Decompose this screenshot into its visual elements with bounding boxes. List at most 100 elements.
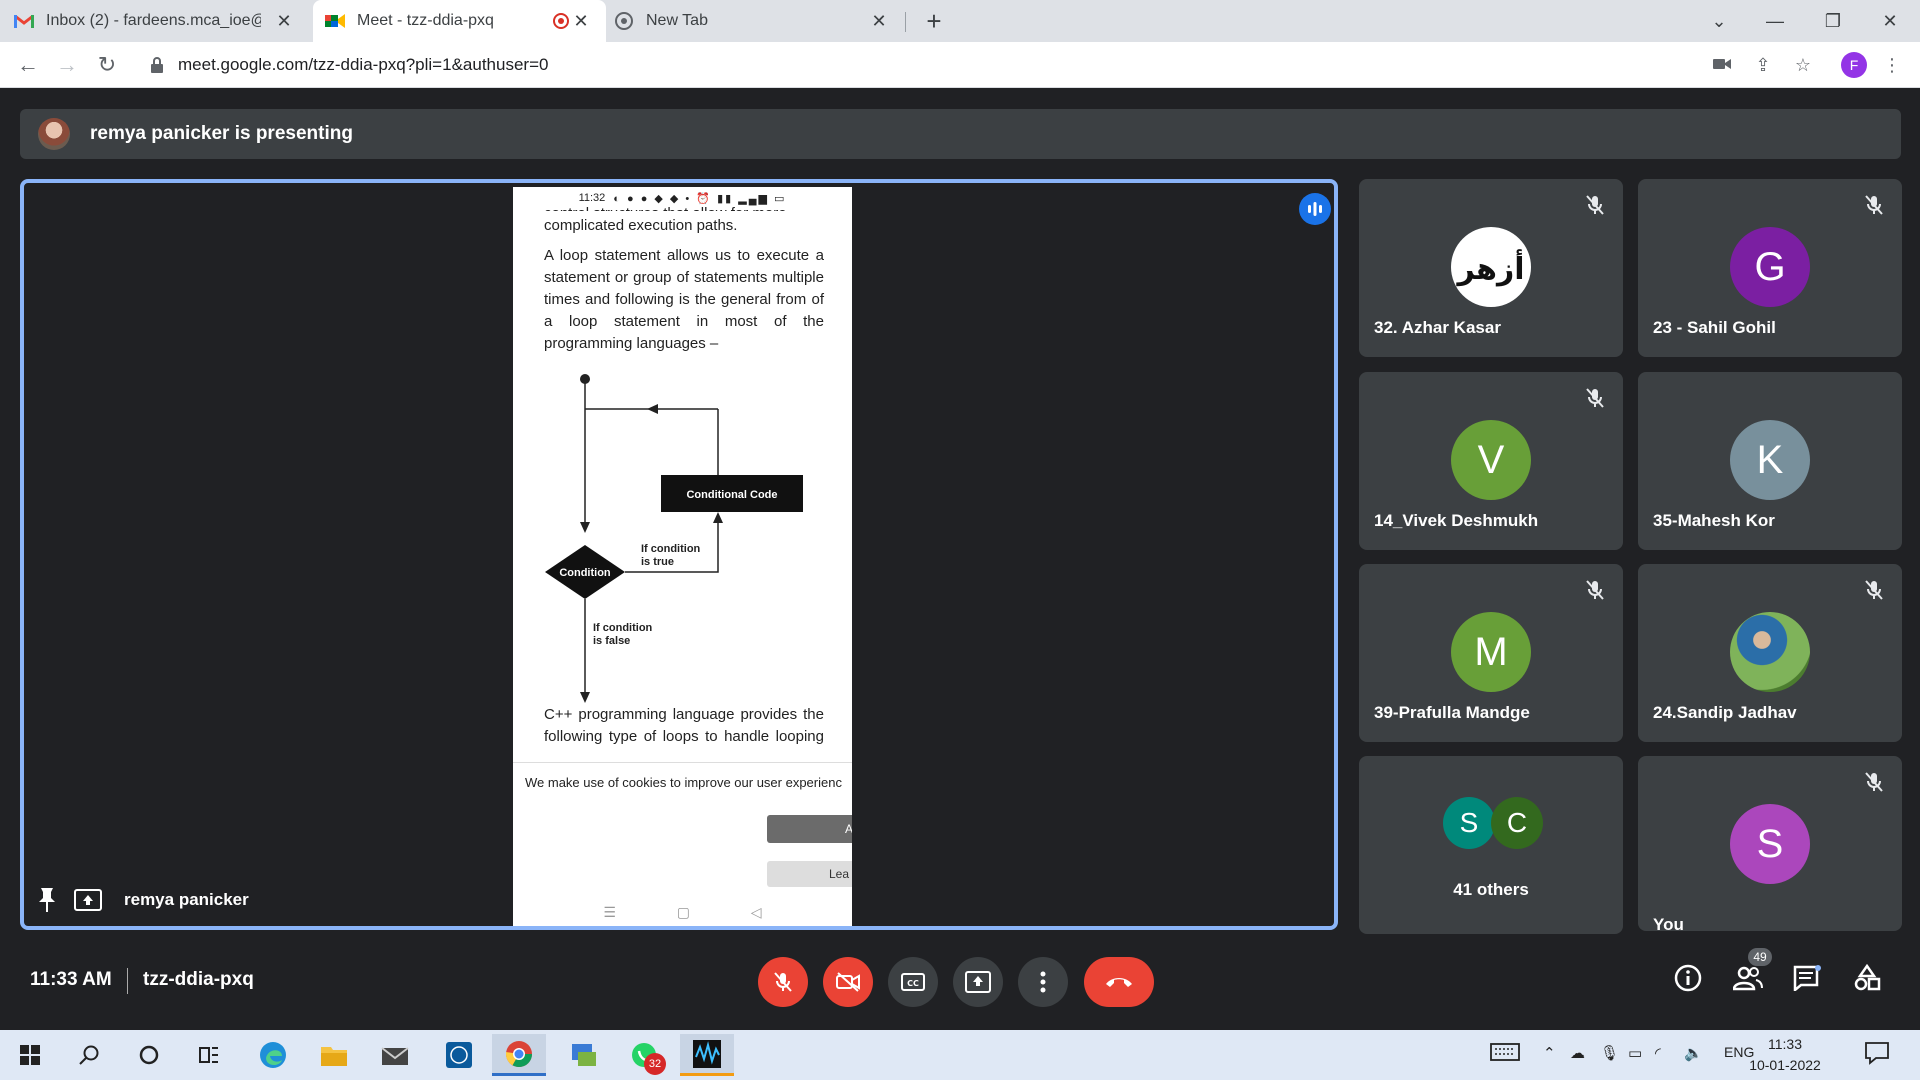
mic-off-icon xyxy=(1586,195,1604,215)
close-window-button[interactable]: ✕ xyxy=(1875,6,1905,36)
mic-off-icon xyxy=(774,972,792,992)
task-view-button[interactable] xyxy=(182,1034,236,1076)
volume-icon[interactable]: 🔈 xyxy=(1684,1044,1703,1062)
taskbar-edge[interactable] xyxy=(246,1034,300,1076)
tab-strip: Inbox (2) - fardeens.mca_ioe@bk ✕ Meet -… xyxy=(0,0,1920,42)
taskbar-chrome[interactable] xyxy=(492,1034,546,1076)
audio-wave-icon xyxy=(693,1039,721,1068)
microphone-tray-icon[interactable]: 🎙 xyxy=(1600,1044,1619,1062)
meeting-details-button[interactable] xyxy=(1673,963,1703,993)
paragraph-cpp: C++ programming language provides the fo… xyxy=(544,706,824,752)
close-tab-icon[interactable]: ✕ xyxy=(570,10,592,32)
taskbar-file-explorer[interactable] xyxy=(307,1034,361,1076)
cortana-icon xyxy=(139,1045,159,1065)
new-tab-button[interactable]: + xyxy=(920,8,948,36)
back-button[interactable]: ← xyxy=(14,51,42,79)
para-line: complicated execution paths. xyxy=(544,217,738,234)
participant-avatar: M xyxy=(1451,612,1531,692)
presenter-avatar xyxy=(38,118,70,150)
cut-text: control structures that allow for more xyxy=(544,199,824,211)
activities-icon xyxy=(1854,964,1881,991)
share-icon[interactable]: ⇪ xyxy=(1751,53,1775,77)
people-button[interactable] xyxy=(1733,963,1763,993)
meet-control-bar: 11:33 AM tzz-ddia-pxq CC 49 xyxy=(0,948,1920,1030)
menu-icon[interactable]: ⋮ xyxy=(1880,53,1904,77)
tab-search-icon[interactable]: ⌄ xyxy=(1704,6,1734,36)
presentation-stage[interactable]: 11:32 ◐ ● ● ◆ ◆ • ⏰ ▮▮ ▂▄▆ ▭ control str… xyxy=(20,179,1338,930)
pin-icon[interactable] xyxy=(36,887,58,913)
participant-avatar: أزهر xyxy=(1451,227,1531,307)
activities-button[interactable] xyxy=(1852,963,1882,993)
tab-title: Inbox (2) - fardeens.mca_ioe@bk xyxy=(46,12,261,29)
participant-tile[interactable]: 24.Sandip Jadhav xyxy=(1638,564,1902,742)
mic-off-icon xyxy=(1865,772,1883,792)
participant-tile[interactable]: V 14_Vivek Deshmukh xyxy=(1359,372,1623,550)
paragraph-loop: A loop statement allows us to execute a … xyxy=(544,247,824,352)
wifi-icon[interactable]: ◜ xyxy=(1655,1044,1661,1062)
people-icon xyxy=(1733,966,1763,991)
tab-meet[interactable]: Meet - tzz-ddia-pxq ✕ xyxy=(313,0,606,42)
battery-icon[interactable]: ▭ xyxy=(1628,1044,1642,1062)
omnibox[interactable]: meet.google.com/tzz-ddia-pxq?pli=1&authu… xyxy=(140,48,1695,82)
mic-off-icon xyxy=(1865,195,1883,215)
participant-avatar: G xyxy=(1730,227,1810,307)
onedrive-icon[interactable]: ☁ xyxy=(1570,1044,1585,1062)
minimize-button[interactable]: — xyxy=(1760,6,1790,36)
tab-gmail[interactable]: Inbox (2) - fardeens.mca_ioe@bk ✕ xyxy=(14,0,309,42)
cookie-message: We make use of cookies to improve our us… xyxy=(525,775,842,790)
participant-tile[interactable]: أزهر 32. Azhar Kasar xyxy=(1359,179,1623,357)
participant-name: 35-Mahesh Kor xyxy=(1653,511,1775,530)
camera-in-use-icon[interactable] xyxy=(1710,53,1734,77)
self-tile[interactable]: S You xyxy=(1638,756,1902,931)
others-tile[interactable]: S C 41 others xyxy=(1359,756,1623,934)
gmail-icon xyxy=(14,11,34,31)
cortana-button[interactable] xyxy=(122,1034,176,1076)
close-tab-icon[interactable]: ✕ xyxy=(868,10,890,32)
start-button[interactable] xyxy=(3,1034,57,1076)
reload-button[interactable]: ↻ xyxy=(93,51,121,79)
tab-separator xyxy=(905,12,906,32)
participant-avatar: V xyxy=(1451,420,1531,500)
notification-center-icon[interactable] xyxy=(1864,1040,1890,1070)
present-now-button[interactable] xyxy=(953,957,1003,1007)
forward-button[interactable]: → xyxy=(53,51,81,79)
present-screen-icon xyxy=(74,889,102,911)
taskbar-control-panel[interactable] xyxy=(557,1034,611,1076)
participant-name: 23 - Sahil Gohil xyxy=(1653,318,1776,337)
taskbar-search-button[interactable] xyxy=(62,1034,116,1076)
tab-new[interactable]: New Tab ✕ xyxy=(614,0,904,42)
taskbar-mail[interactable] xyxy=(368,1034,422,1076)
mic-toggle-button[interactable] xyxy=(758,957,808,1007)
search-icon xyxy=(79,1045,99,1065)
captions-button[interactable]: CC xyxy=(888,957,938,1007)
system-clock[interactable]: 11:33 10-01-2022 xyxy=(1740,1034,1830,1076)
phone-nav-bar: ☰ ▢ ◁ xyxy=(513,897,852,926)
maximize-button[interactable]: ❐ xyxy=(1818,6,1848,36)
taskbar-app-active[interactable] xyxy=(680,1034,734,1076)
participant-tile[interactable]: M 39-Prafulla Mandge xyxy=(1359,564,1623,742)
self-avatar: S xyxy=(1730,804,1810,884)
touch-keyboard-icon[interactable] xyxy=(1490,1042,1520,1066)
leave-call-button[interactable] xyxy=(1084,957,1154,1007)
taskbar-dell[interactable] xyxy=(432,1034,486,1076)
self-label: You xyxy=(1653,915,1684,931)
participant-name: 32. Azhar Kasar xyxy=(1374,318,1501,337)
mail-icon xyxy=(381,1047,409,1065)
camera-toggle-button[interactable] xyxy=(823,957,873,1007)
show-hidden-icons[interactable]: ⌃ xyxy=(1543,1044,1556,1062)
lock-icon xyxy=(151,57,163,73)
windows-icon xyxy=(20,1045,40,1065)
participant-tile[interactable]: G 23 - Sahil Gohil xyxy=(1638,179,1902,357)
close-tab-icon[interactable]: ✕ xyxy=(273,10,295,32)
svg-text:أزهر: أزهر xyxy=(1455,249,1524,287)
present-screen-icon xyxy=(965,971,991,993)
bookmark-star-icon[interactable]: ☆ xyxy=(1791,53,1815,77)
false-label-2: is false xyxy=(593,635,630,647)
clock-date: 10-01-2022 xyxy=(1749,1057,1821,1073)
profile-avatar[interactable]: F xyxy=(1841,52,1867,78)
clock-time: 11:33 xyxy=(1768,1036,1802,1052)
chat-button[interactable] xyxy=(1792,963,1822,993)
captions-icon: CC xyxy=(901,973,925,991)
participant-tile[interactable]: K 35-Mahesh Kor xyxy=(1638,372,1902,550)
more-options-button[interactable] xyxy=(1018,957,1068,1007)
